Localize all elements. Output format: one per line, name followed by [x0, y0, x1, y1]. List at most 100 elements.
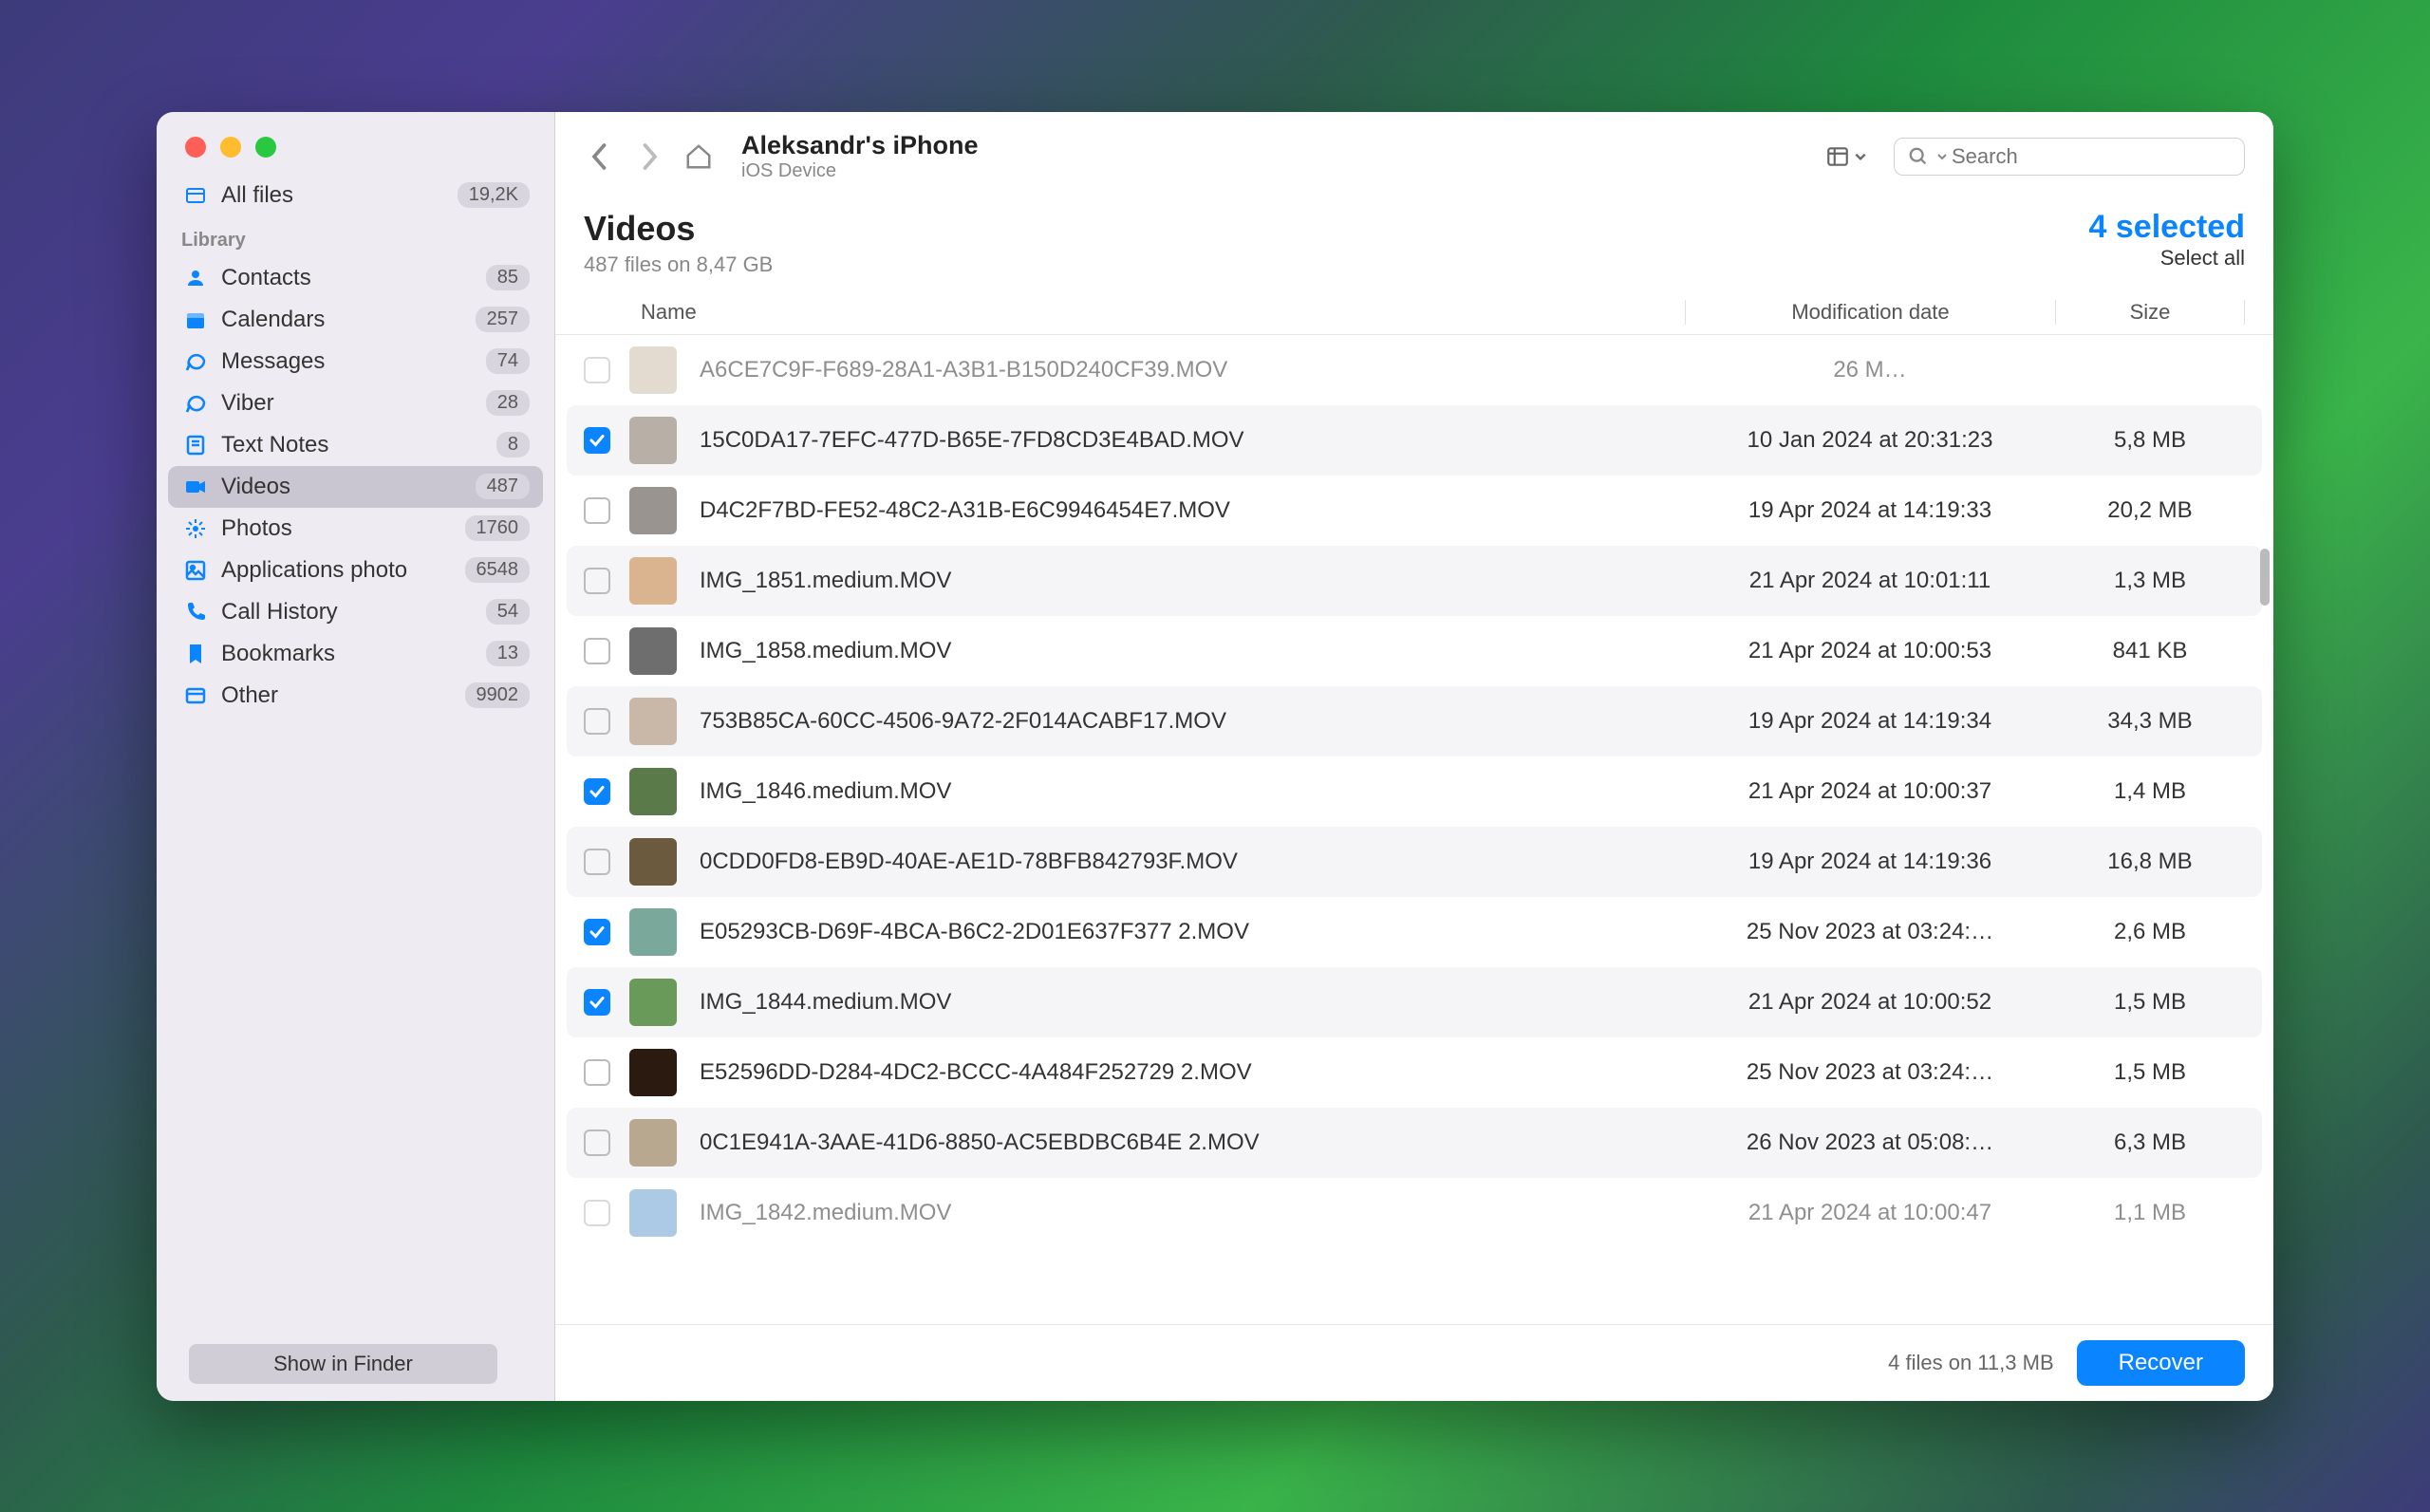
file-date: 19 Apr 2024 at 14:19:33: [1685, 497, 2055, 524]
search-field[interactable]: [1894, 138, 2245, 176]
table-row[interactable]: IMG_1846.medium.MOV21 Apr 2024 at 10:00:…: [567, 756, 2262, 827]
home-button[interactable]: [682, 140, 715, 173]
sidebar-badge: 487: [476, 474, 530, 499]
table-row[interactable]: 0C1E941A-3AAE-41D6-8850-AC5EBDBC6B4E 2.M…: [567, 1108, 2262, 1178]
sidebar-item-calendars[interactable]: Calendars257: [168, 299, 543, 341]
row-checkbox[interactable]: [584, 1200, 610, 1226]
table-row[interactable]: 753B85CA-60CC-4506-9A72-2F014ACABF17.MOV…: [567, 686, 2262, 756]
calendars-icon: [181, 308, 210, 331]
sidebar: All files 19,2K Library Contacts85Calend…: [157, 112, 555, 1401]
file-name: D4C2F7BD-FE52-48C2-A31B-E6C9946454E7.MOV: [700, 497, 1685, 524]
close-window-button[interactable]: [185, 137, 206, 158]
sidebar-item-label: Bookmarks: [221, 641, 486, 667]
row-checkbox[interactable]: [584, 497, 610, 524]
search-input[interactable]: [1952, 144, 2231, 169]
sidebar-item-other[interactable]: Other9902: [168, 675, 543, 717]
sidebar-badge: 6548: [465, 557, 531, 583]
table-row[interactable]: IMG_1844.medium.MOV21 Apr 2024 at 10:00:…: [567, 967, 2262, 1037]
videos-icon: [181, 476, 210, 498]
sidebar-item-photos[interactable]: Photos1760: [168, 508, 543, 550]
row-checkbox[interactable]: [584, 849, 610, 875]
select-all-button[interactable]: Select all: [2089, 246, 2245, 271]
sidebar-badge: 257: [476, 307, 530, 332]
main-panel: Aleksandr's iPhone iOS Device Videos: [555, 112, 2273, 1401]
table-row[interactable]: E52596DD-D284-4DC2-BCCC-4A484F252729 2.M…: [567, 1037, 2262, 1108]
row-checkbox[interactable]: [584, 1059, 610, 1086]
file-thumbnail: [629, 1119, 677, 1167]
search-chevron-icon: [1936, 151, 1948, 162]
file-name: E52596DD-D284-4DC2-BCCC-4A484F252729 2.M…: [700, 1059, 1685, 1086]
file-thumbnail: [629, 627, 677, 675]
toolbar: Aleksandr's iPhone iOS Device: [555, 112, 2273, 201]
table-row[interactable]: IMG_1851.medium.MOV21 Apr 2024 at 10:01:…: [567, 546, 2262, 616]
file-size: 5,8 MB: [2055, 427, 2245, 454]
sidebar-badge: 28: [486, 390, 530, 416]
file-name: E05293CB-D69F-4BCA-B6C2-2D01E637F377 2.M…: [700, 919, 1685, 945]
forward-button[interactable]: [633, 140, 665, 173]
file-size: 34,3 MB: [2055, 708, 2245, 735]
row-checkbox[interactable]: [584, 989, 610, 1016]
file-size: 1,3 MB: [2055, 568, 2245, 594]
sidebar-badge: 85: [486, 265, 530, 290]
row-checkbox[interactable]: [584, 708, 610, 735]
all-files-icon: [181, 184, 210, 207]
row-checkbox[interactable]: [584, 778, 610, 805]
sidebar-item-contacts[interactable]: Contacts85: [168, 257, 543, 299]
selected-count: 4 selected: [2089, 209, 2245, 246]
file-date: 19 Apr 2024 at 14:19:36: [1685, 849, 2055, 875]
sidebar-item-messages[interactable]: Messages74: [168, 341, 543, 383]
textnotes-icon: [181, 434, 210, 457]
file-name: 0C1E941A-3AAE-41D6-8850-AC5EBDBC6B4E 2.M…: [700, 1129, 1685, 1156]
back-button[interactable]: [584, 140, 616, 173]
file-name: 753B85CA-60CC-4506-9A72-2F014ACABF17.MOV: [700, 708, 1685, 735]
row-checkbox[interactable]: [584, 1129, 610, 1156]
sidebar-item-appsphoto[interactable]: Applications photo6548: [168, 550, 543, 591]
footer-bar: 4 files on 11,3 MB Recover: [555, 1324, 2273, 1401]
file-date: 10 Jan 2024 at 20:31:23: [1685, 427, 2055, 454]
row-checkbox[interactable]: [584, 919, 610, 945]
table-row[interactable]: 15C0DA17-7EFC-477D-B65E-7FD8CD3E4BAD.MOV…: [567, 405, 2262, 476]
sidebar-item-bookmarks[interactable]: Bookmarks13: [168, 633, 543, 675]
maximize-window-button[interactable]: [255, 137, 276, 158]
sidebar-item-textnotes[interactable]: Text Notes8: [168, 424, 543, 466]
file-date: 25 Nov 2023 at 03:24:…: [1685, 1059, 2055, 1086]
sidebar-item-callhistory[interactable]: Call History54: [168, 591, 543, 633]
file-thumbnail: [629, 908, 677, 956]
file-thumbnail: [629, 698, 677, 745]
sidebar-item-videos[interactable]: Videos487: [168, 466, 543, 508]
column-header-size[interactable]: Size: [2055, 300, 2245, 325]
row-checkbox[interactable]: [584, 568, 610, 594]
sidebar-badge: 74: [486, 348, 530, 374]
file-date: 21 Apr 2024 at 10:01:11: [1685, 568, 2055, 594]
minimize-window-button[interactable]: [220, 137, 241, 158]
file-name: IMG_1842.medium.MOV: [700, 1200, 1685, 1226]
scrollbar-thumb[interactable]: [2260, 549, 2270, 606]
table-row[interactable]: IMG_1858.medium.MOV21 Apr 2024 at 10:00:…: [567, 616, 2262, 686]
column-header-date[interactable]: Modification date: [1685, 300, 2055, 325]
table-row[interactable]: E05293CB-D69F-4BCA-B6C2-2D01E637F377 2.M…: [567, 897, 2262, 967]
sidebar-item-label: Photos: [221, 515, 465, 542]
view-options-button[interactable]: [1816, 140, 1877, 173]
table-row[interactable]: IMG_1842.medium.MOV21 Apr 2024 at 10:00:…: [567, 1178, 2262, 1248]
row-checkbox[interactable]: [584, 357, 610, 383]
row-checkbox[interactable]: [584, 638, 610, 664]
table-row[interactable]: A6CE7C9F-F689-28A1-A3B1-B150D240CF39.MOV…: [567, 335, 2262, 405]
contacts-icon: [181, 267, 210, 289]
sidebar-item-viber[interactable]: Viber28: [168, 383, 543, 424]
sidebar-item-all-files[interactable]: All files 19,2K: [168, 175, 543, 216]
sidebar-badge: 8: [496, 432, 530, 457]
column-header-name[interactable]: Name: [631, 300, 1685, 325]
show-in-finder-button[interactable]: Show in Finder: [189, 1344, 497, 1384]
table-row[interactable]: 0CDD0FD8-EB9D-40AE-AE1D-78BFB842793F.MOV…: [567, 827, 2262, 897]
photos-icon: [181, 517, 210, 540]
file-thumbnail: [629, 557, 677, 605]
file-size: 2,6 MB: [2055, 919, 2245, 945]
window-controls: [157, 112, 554, 175]
file-date: 21 Apr 2024 at 10:00:53: [1685, 638, 2055, 664]
breadcrumb: Aleksandr's iPhone iOS Device: [741, 131, 979, 182]
file-list[interactable]: A6CE7C9F-F689-28A1-A3B1-B150D240CF39.MOV…: [555, 335, 2273, 1324]
section-subtitle: 487 files on 8,47 GB: [584, 252, 773, 277]
row-checkbox[interactable]: [584, 427, 610, 454]
recover-button[interactable]: Recover: [2077, 1340, 2245, 1386]
table-row[interactable]: D4C2F7BD-FE52-48C2-A31B-E6C9946454E7.MOV…: [567, 476, 2262, 546]
